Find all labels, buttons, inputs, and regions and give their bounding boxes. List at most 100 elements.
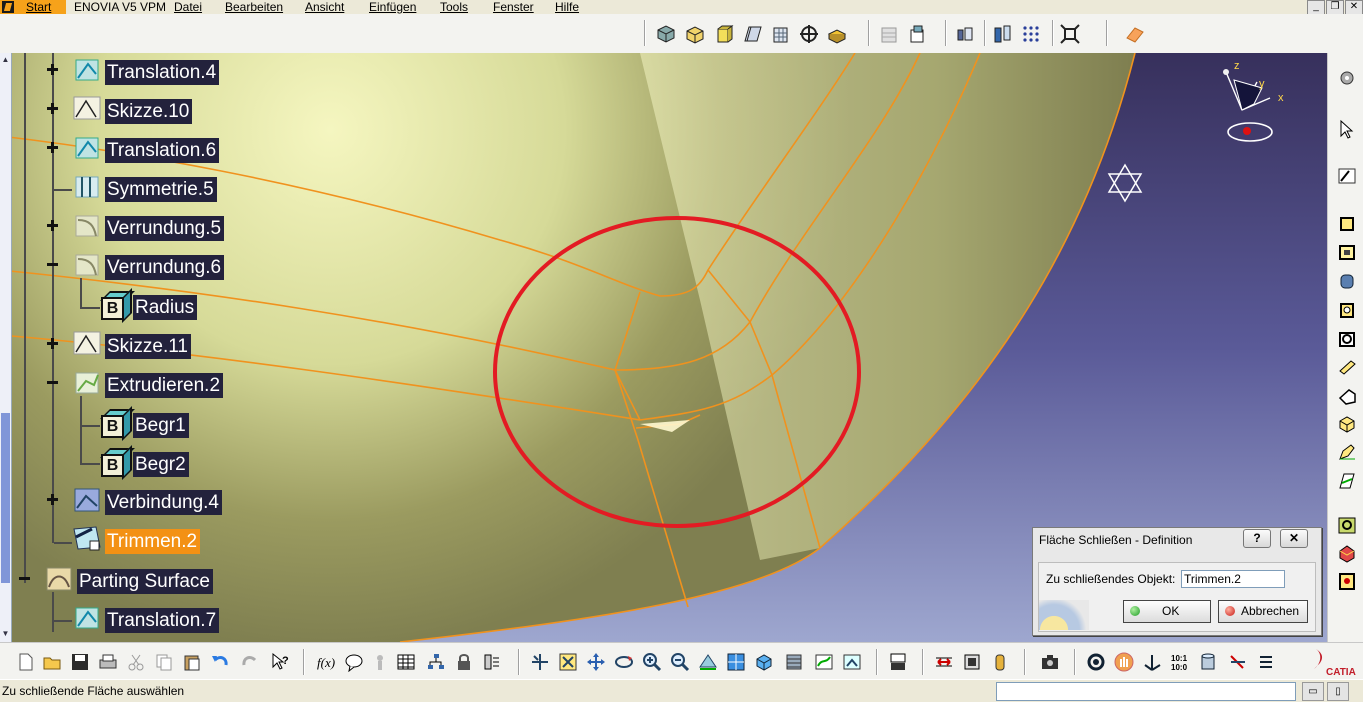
- measure2-icon[interactable]: [962, 652, 982, 672]
- shape-icon[interactable]: [827, 24, 847, 44]
- fillet-icon[interactable]: [72, 210, 102, 240]
- scale-icon[interactable]: 10:110:0: [1170, 652, 1190, 672]
- box-icon[interactable]: [685, 24, 705, 44]
- tree-icon[interactable]: [426, 652, 446, 672]
- symmetry-icon[interactable]: [72, 171, 102, 201]
- restore-button[interactable]: ❐: [1326, 0, 1344, 15]
- copy-icon[interactable]: [154, 652, 174, 672]
- swap-icon[interactable]: [814, 652, 834, 672]
- settings-icon[interactable]: [1337, 68, 1357, 88]
- tree-node-translation-4[interactable]: Translation.4: [105, 60, 220, 85]
- cut-icon[interactable]: [126, 652, 146, 672]
- eraser-icon[interactable]: [1125, 24, 1145, 44]
- shape-yellow-icon[interactable]: [1337, 571, 1357, 591]
- translation-icon[interactable]: [72, 132, 102, 162]
- zoom-fit-icon[interactable]: [558, 652, 578, 672]
- new-icon[interactable]: [16, 652, 36, 672]
- tree-node-verbindung-4[interactable]: Verbindung.4: [105, 490, 222, 515]
- curve-green-icon[interactable]: [1337, 515, 1357, 535]
- tree-node-radius[interactable]: Radius: [133, 295, 198, 320]
- fit-all-icon[interactable]: [1060, 24, 1080, 44]
- cut-plane-icon[interactable]: [1228, 652, 1248, 672]
- surface-red-icon[interactable]: [1337, 543, 1357, 563]
- help-button[interactable]: ?: [1243, 529, 1271, 548]
- paste-icon[interactable]: [182, 652, 202, 672]
- tree-node-symmetrie-5[interactable]: Symmetrie.5: [105, 177, 217, 202]
- collapse-icon[interactable]: [47, 377, 58, 388]
- rib-icon[interactable]: [1337, 329, 1357, 349]
- command-input[interactable]: [996, 682, 1296, 701]
- knowledge-icon[interactable]: [370, 652, 390, 672]
- start-button[interactable]: Start: [0, 0, 66, 14]
- parameter-box-icon[interactable]: B: [99, 406, 135, 441]
- status-button-2[interactable]: ▯: [1327, 682, 1349, 701]
- tree-node-verrundung-5[interactable]: Verrundung.5: [105, 216, 225, 241]
- cylinder-icon[interactable]: [1198, 652, 1218, 672]
- expand-icon[interactable]: [47, 64, 58, 75]
- parameter-box-icon[interactable]: B: [99, 445, 135, 480]
- grid-cube-icon[interactable]: [771, 24, 791, 44]
- redo-icon[interactable]: [240, 652, 260, 672]
- pad-icon[interactable]: [1337, 213, 1357, 233]
- menu-icon[interactable]: [1256, 652, 1276, 672]
- slot-icon[interactable]: [1337, 357, 1357, 377]
- tree-node-begr1[interactable]: Begr1: [133, 413, 189, 438]
- dialog-close-button[interactable]: ✕: [1280, 529, 1308, 548]
- menu-fenster[interactable]: Fenster: [493, 0, 534, 14]
- tree-node-skizze-10[interactable]: Skizze.10: [105, 99, 193, 124]
- tree-node-trimmen-2[interactable]: Trimmen.2: [105, 529, 201, 554]
- tree-node-extrudieren-2[interactable]: Extrudieren.2: [105, 373, 224, 398]
- shaft-icon[interactable]: [1337, 271, 1357, 291]
- pocket-icon[interactable]: [1337, 242, 1357, 262]
- target-icon[interactable]: [799, 24, 819, 44]
- parameter-box-icon[interactable]: B: [99, 288, 135, 323]
- edit-icon[interactable]: [1337, 442, 1357, 462]
- extrude-icon[interactable]: [72, 367, 102, 397]
- translation-icon[interactable]: [72, 54, 102, 84]
- join-icon[interactable]: [72, 484, 102, 514]
- tree-node-translation-7[interactable]: Translation.7: [105, 608, 220, 633]
- tree-node-skizze-11[interactable]: Skizze.11: [105, 334, 191, 359]
- menu-tools[interactable]: Tools: [440, 0, 468, 14]
- sketch-icon[interactable]: [72, 93, 102, 123]
- parallelogram-icon[interactable]: [743, 24, 763, 44]
- collapse-icon[interactable]: [47, 259, 58, 270]
- hidden-icon[interactable]: [879, 24, 899, 44]
- lock-icon[interactable]: [454, 652, 474, 672]
- print-icon[interactable]: [98, 652, 118, 672]
- menu-ansicht[interactable]: Ansicht: [305, 0, 344, 14]
- minimize-button[interactable]: _: [1307, 0, 1325, 15]
- select-arrow-icon[interactable]: [1337, 119, 1357, 139]
- axis-icon[interactable]: [1142, 652, 1162, 672]
- cancel-button[interactable]: Abbrechen: [1218, 600, 1308, 623]
- cube-icon[interactable]: [714, 24, 734, 44]
- slot2-icon[interactable]: [1337, 386, 1357, 406]
- tree-node-begr2[interactable]: Begr2: [133, 452, 189, 477]
- sketch-icon[interactable]: [72, 328, 102, 358]
- object-input[interactable]: Trimmen.2: [1181, 570, 1285, 588]
- expand-icon[interactable]: [47, 220, 58, 231]
- fillet-icon[interactable]: [72, 249, 102, 279]
- mass-icon[interactable]: [990, 652, 1010, 672]
- menu-bearbeiten[interactable]: Bearbeiten: [225, 0, 283, 14]
- menu-datei[interactable]: Datei: [174, 0, 202, 14]
- scroll-up-arrow[interactable]: ▲: [1, 55, 10, 64]
- expand-icon[interactable]: [47, 338, 58, 349]
- menu-hilfe[interactable]: Hilfe: [555, 0, 579, 14]
- sync-icon[interactable]: [1086, 652, 1106, 672]
- scroll-thumb[interactable]: [1, 413, 10, 583]
- compass-icon[interactable]: z y x: [1212, 60, 1292, 150]
- move-icon[interactable]: [530, 652, 550, 672]
- capture-icon[interactable]: [1040, 652, 1060, 672]
- expand-icon[interactable]: [47, 494, 58, 505]
- menu-enovia[interactable]: ENOVIA V5 VPM: [74, 0, 166, 14]
- ruler-icon[interactable]: [934, 652, 954, 672]
- collapse-icon[interactable]: [19, 573, 30, 584]
- tree-node-parting-surface[interactable]: Parting Surface: [77, 569, 213, 594]
- 3d-icon[interactable]: [955, 24, 975, 44]
- hide-icon[interactable]: [784, 652, 804, 672]
- zoom-in-icon[interactable]: [642, 652, 662, 672]
- menu-einfuegen[interactable]: Einfügen: [369, 0, 416, 14]
- pan-icon[interactable]: [586, 652, 606, 672]
- multi-view2-icon[interactable]: [842, 652, 862, 672]
